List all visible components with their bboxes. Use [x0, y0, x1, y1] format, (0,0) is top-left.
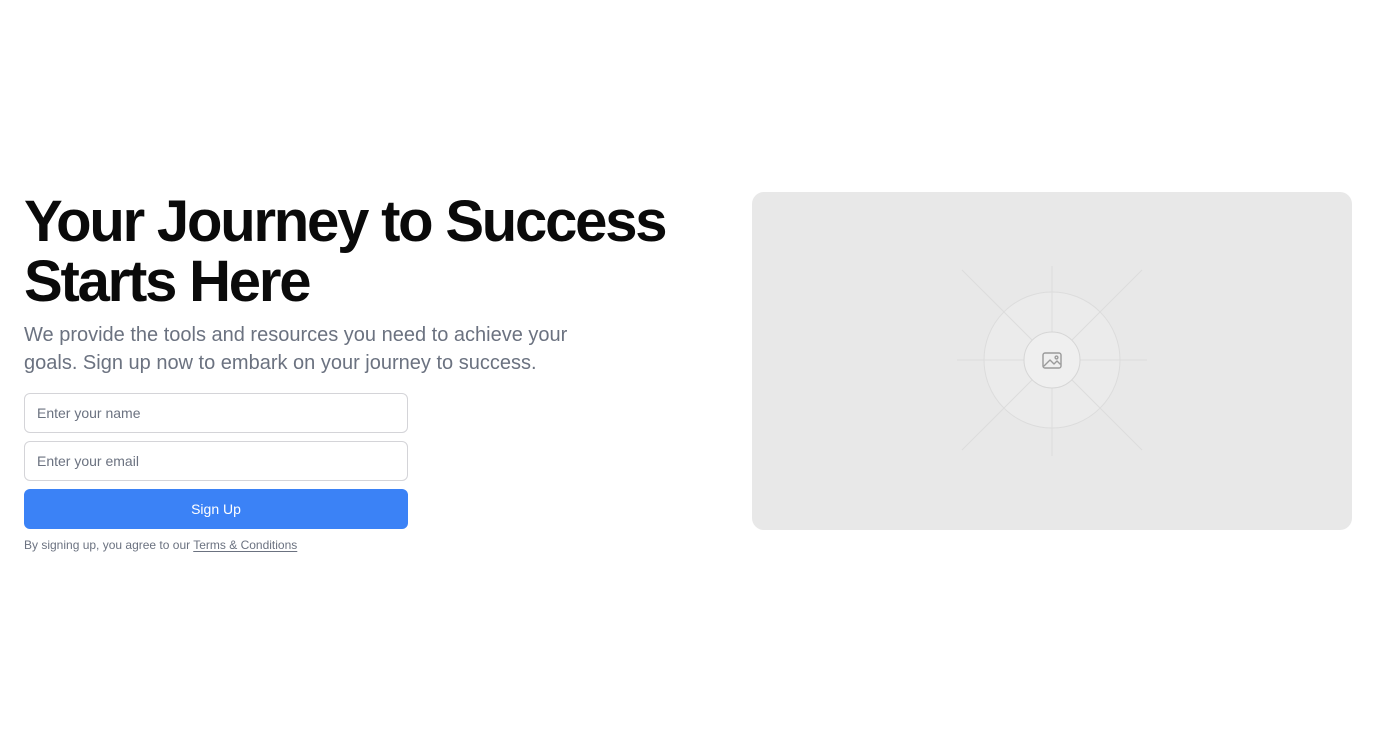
placeholder-graphic	[957, 266, 1147, 456]
email-input[interactable]	[24, 441, 408, 481]
name-input[interactable]	[24, 393, 408, 433]
hero-subtitle: We provide the tools and resources you n…	[24, 324, 568, 374]
terms-link[interactable]: Terms & Conditions	[193, 538, 297, 552]
terms-prefix: By signing up, you agree to our	[24, 538, 194, 552]
headline-line-1: Your Journey to Success	[24, 189, 668, 254]
hero-section: Your Journey to Success Starts Here We p…	[24, 192, 704, 553]
page: Your Journey to Success Starts Here We p…	[0, 0, 1376, 744]
signup-form: Sign Up By signing up, you agree to our …	[24, 393, 408, 553]
headline-line-2: Starts Here	[24, 249, 311, 314]
image-placeholder	[752, 192, 1352, 530]
terms-notice: By signing up, you agree to our Terms & …	[24, 537, 408, 553]
sign-up-button[interactable]: Sign Up	[24, 489, 408, 529]
hero-headline: Your Journey to Success Starts Here	[24, 192, 704, 312]
